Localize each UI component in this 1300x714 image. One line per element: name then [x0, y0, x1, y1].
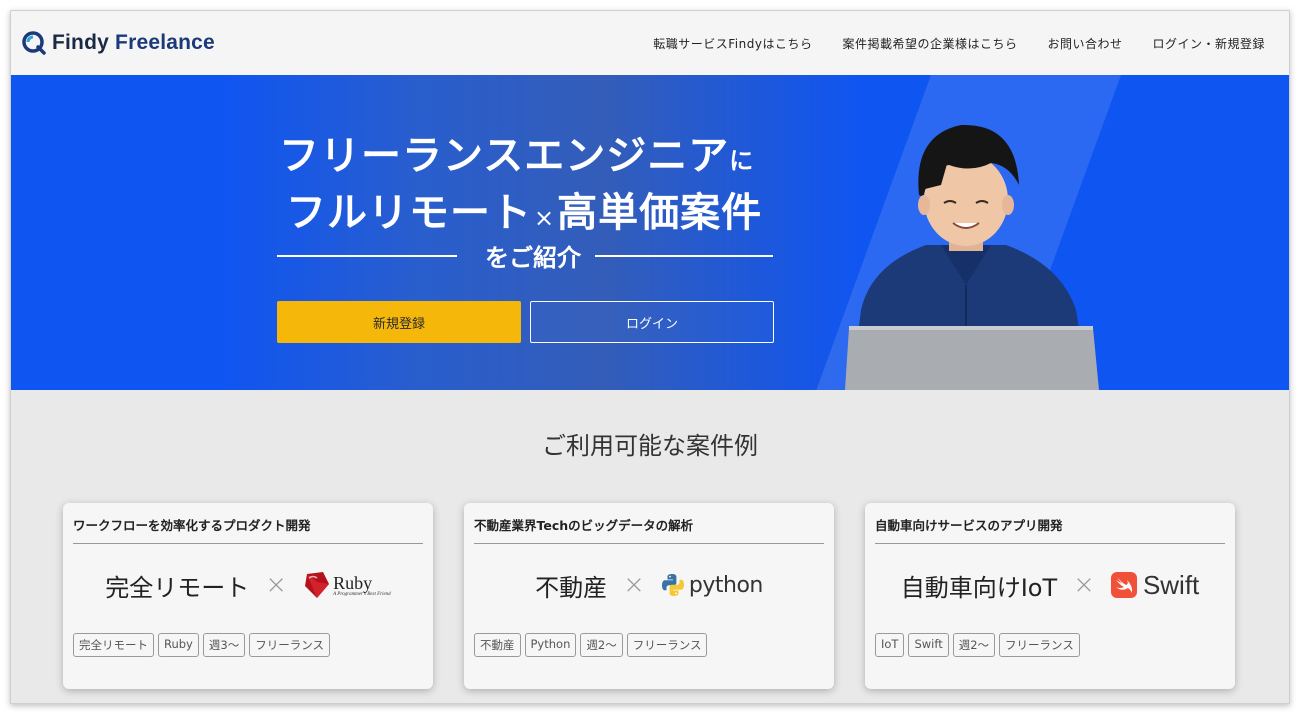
python-logo-text: python	[688, 572, 763, 598]
browser-viewport: Findy Freelance 転職サービスFindyはこちら 案件掲載希望の企…	[10, 10, 1290, 704]
nav-link-findy-career[interactable]: 転職サービスFindyはこちら	[653, 35, 812, 52]
ruby-logo: Ruby A Programmer's Best Friend	[303, 570, 391, 600]
nav-link-login-register[interactable]: ログイン・新規登録	[1152, 35, 1265, 52]
register-button[interactable]: 新規登録	[277, 301, 521, 343]
project-card-term: 不動産	[535, 573, 608, 602]
hero-title-remote: フルリモート	[286, 190, 532, 236]
project-card-title: ワークフローを効率化するプロダクト開発	[73, 515, 423, 544]
python-snake-icon	[661, 574, 684, 596]
hero-title-high-price: 高単価案件	[557, 190, 763, 236]
hero-title-line1: フリーランスエンジニアに	[279, 123, 754, 181]
tag: Python	[524, 633, 577, 657]
project-card[interactable]: ワークフローを効率化するプロダクト開発 完全リモート × Ruby A Prog…	[63, 503, 433, 689]
nav-link-for-companies[interactable]: 案件掲載希望の企業様はこちら	[842, 35, 1017, 52]
tag: フリーランス	[999, 633, 1080, 657]
site-logo[interactable]: Findy Freelance	[21, 30, 215, 56]
project-card-tags: 不動産 Python 週2〜 フリーランス	[474, 633, 708, 657]
times-symbol: ×	[623, 570, 645, 600]
tag: 週3〜	[202, 633, 246, 657]
nav-link-contact[interactable]: お問い合わせ	[1047, 35, 1122, 52]
hero-person-image	[845, 124, 1099, 390]
logo-text-freelance: Freelance	[115, 31, 215, 54]
times-symbol: ×	[1073, 570, 1095, 600]
tag: 週2〜	[580, 633, 623, 657]
section-title: ご利用可能な案件例	[542, 432, 758, 460]
tag: Swift	[908, 633, 949, 657]
ruby-logo-tagline: A Programmer's Best Friend	[333, 591, 391, 597]
tag: 週2〜	[952, 633, 996, 657]
project-card-term: 完全リモート	[105, 573, 250, 602]
project-card-highlight: 自動車向けIoT × Swift	[865, 565, 1235, 605]
project-card[interactable]: 不動産業界Techのビッグデータの解析 不動産 × python 不動産 Pyt…	[464, 503, 834, 689]
hero-title-main: フリーランスエンジニア	[279, 133, 730, 179]
hero-title-line2: フルリモート×高単価案件	[286, 180, 762, 238]
findy-logo-icon	[22, 31, 46, 55]
python-logo: python	[661, 573, 763, 598]
site-header: Findy Freelance 転職サービスFindyはこちら 案件掲載希望の企…	[11, 11, 1289, 75]
project-card-title: 不動産業界Techのビッグデータの解析	[474, 515, 824, 544]
login-button[interactable]: ログイン	[530, 301, 774, 343]
tag: 完全リモート	[73, 633, 154, 657]
project-card-title: 自動車向けサービスのアプリ開発	[875, 515, 1225, 544]
ruby-logo-text: Ruby	[333, 572, 373, 593]
times-symbol: ×	[265, 570, 288, 600]
hero-title-suffix: に	[729, 147, 755, 175]
tag: Ruby	[158, 633, 199, 657]
hero-divider-right	[595, 255, 773, 257]
hero-banner: フリーランスエンジニアに フルリモート×高単価案件 をご紹介 新規登録 ログイン	[11, 75, 1289, 390]
project-card-tags: 完全リモート Ruby 週3〜 フリーランス	[73, 633, 330, 657]
tag: IoT	[875, 633, 905, 657]
swift-logo-text: Swift	[1142, 569, 1200, 600]
ruby-gem-icon	[305, 572, 330, 598]
project-card-tags: IoT Swift 週2〜 フリーランス	[875, 633, 1080, 657]
project-card-term: 自動車向けIoT	[900, 573, 1058, 602]
logo-text-findy: Findy	[52, 31, 109, 54]
project-card[interactable]: 自動車向けサービスのアプリ開発 自動車向けIoT × Swift IoT Swi…	[865, 503, 1235, 689]
project-card-highlight: 完全リモート × Ruby A Programmer's Best Friend	[63, 565, 433, 605]
hero-divider-left	[277, 255, 457, 257]
tag: フリーランス	[249, 633, 330, 657]
tag: フリーランス	[626, 633, 708, 657]
project-card-highlight: 不動産 × python	[464, 565, 834, 605]
header-nav: 転職サービスFindyはこちら 案件掲載希望の企業様はこちら お問い合わせ ログ…	[653, 11, 1265, 75]
tag: 不動産	[474, 633, 521, 657]
logo-text: Findy Freelance	[52, 31, 215, 55]
hero-subtitle: をご紹介	[485, 244, 581, 272]
swift-bird-icon	[1110, 572, 1137, 598]
hero-title-times: ×	[534, 204, 556, 232]
swift-logo: Swift	[1110, 569, 1200, 601]
